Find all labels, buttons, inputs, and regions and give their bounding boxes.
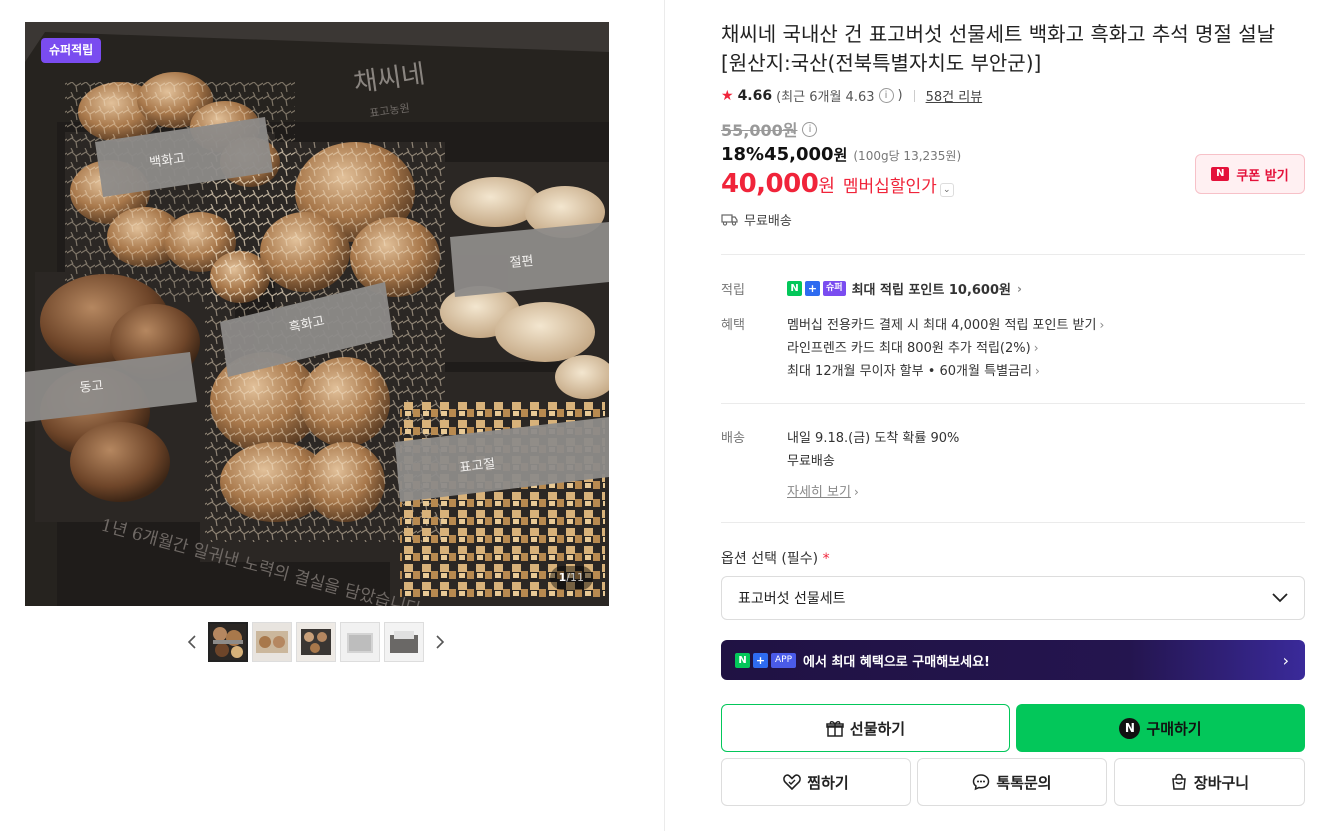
option-label: 옵션 선택 (필수) * [721, 551, 830, 567]
option-selected: 표고버섯 선물세트 [738, 591, 846, 607]
benefit-item[interactable]: 라인프렌즈 카드 최대 800원 추가 적립(2%) › [787, 337, 1039, 356]
gift-box-illustration: 채씨네 표고농원 백화고 흑화고 절편 동고 표고절 1년 6개월간 일궈낸 노… [25, 22, 609, 606]
chevron-right-icon [436, 635, 445, 649]
benefit-row: 혜택 멤버십 전용카드 결제 시 최대 4,000원 적립 포인트 받기 › 라인… [721, 314, 1305, 384]
super-point-badge: 슈퍼적립 [41, 38, 102, 63]
thumbnail[interactable] [252, 622, 292, 662]
main-product-image[interactable]: 채씨네 표고농원 백화고 흑화고 절편 동고 표고절 1년 6개월간 일궈낸 노… [25, 22, 609, 606]
thumbnail-strip [180, 622, 452, 662]
chevron-right-icon: › [1034, 364, 1040, 378]
option-select[interactable]: 표고버섯 선물세트 [721, 576, 1305, 620]
truck-icon [721, 214, 738, 226]
naver-n-icon: N [787, 281, 802, 296]
review-link[interactable]: 58건 리뷰 [926, 86, 983, 105]
delivery-free: 무료배송 [787, 454, 835, 469]
rating-recent: (최근 6개월 4.63 [776, 90, 875, 105]
naver-n-icon: N [735, 652, 750, 668]
benefit-item[interactable]: 멤버십 전용카드 결제 시 최대 4,000원 적립 포인트 받기 › [787, 314, 1104, 333]
chevron-left-icon [187, 635, 196, 649]
svg-text:절편: 절편 [509, 254, 534, 271]
delivery-detail-link[interactable]: 자세히 보기 › [787, 481, 859, 500]
thumbnail[interactable] [208, 622, 248, 662]
wish-button[interactable]: 찜하기 [721, 758, 911, 806]
naver-n-icon: N [1211, 167, 1230, 181]
gift-button[interactable]: 선물하기 [721, 704, 1010, 752]
thumbnail[interactable] [296, 622, 336, 662]
chevron-right-icon: › [1017, 281, 1022, 296]
rating-row: ★ 4.66 (최근 6개월 4.63 i ) 58건 리뷰 [721, 86, 983, 106]
member-price: 40,000 [721, 169, 819, 199]
divider [721, 522, 1305, 523]
original-price: 55,000원 i [721, 117, 818, 141]
chevron-right-icon: › [1282, 650, 1289, 670]
chevron-down-icon [1272, 593, 1288, 603]
image-counter: 1/11 [549, 566, 593, 590]
star-icon: ★ [721, 87, 734, 104]
member-price-row[interactable]: 40,000 원 멤버십할인가 ⌄ [721, 169, 954, 199]
unit-price: (100g당 13,235원) [853, 149, 962, 163]
svg-text:동고: 동고 [79, 379, 104, 396]
discount-rate: 18% [721, 144, 765, 165]
benefit-item[interactable]: 최대 12개월 무이자 할부 • 60개월 특별금리 › [787, 360, 1040, 379]
product-page: 채씨네 표고농원 백화고 흑화고 절편 동고 표고절 1년 6개월간 일궈낸 노… [0, 0, 1325, 831]
rating-score: 4.66 [737, 87, 773, 104]
coupon-button[interactable]: N 쿠폰 받기 [1195, 154, 1305, 194]
max-point-link[interactable]: N + 슈퍼 최대 적립 포인트 10,600원 › [787, 279, 1022, 298]
sale-price: 45,000 [764, 144, 834, 165]
price-info-icon[interactable]: i [802, 121, 818, 137]
member-label: 멤버십할인가 [842, 177, 937, 197]
chevron-right-icon: › [1033, 341, 1039, 355]
thumbnail[interactable] [384, 622, 424, 662]
point-row: 적립 N + 슈퍼 최대 적립 포인트 10,600원 › [721, 279, 1305, 299]
thumb-prev-button[interactable] [180, 622, 204, 662]
app-promo-banner[interactable]: N + APP 에서 최대 혜택으로 구매해보세요! › [721, 640, 1305, 680]
chat-bubble-icon [973, 774, 990, 791]
naver-pay-icon: N [1119, 717, 1141, 739]
thumb-next-button[interactable] [428, 622, 452, 662]
talk-inquiry-button[interactable]: 톡톡문의 [917, 758, 1107, 806]
chevron-right-icon: › [853, 485, 859, 499]
column-divider [664, 0, 665, 831]
chevron-right-icon: › [1099, 318, 1105, 332]
buy-button[interactable]: N 구매하기 [1016, 704, 1305, 752]
shipping-row: 무료배송 [721, 210, 792, 229]
shipping-free: 무료배송 [744, 214, 792, 229]
thumbnail[interactable] [340, 622, 380, 662]
divider [721, 254, 1305, 255]
shopping-bag-icon [1172, 773, 1186, 790]
product-title: 채씨네 국내산 건 표고버섯 선물세트 백화고 흑화고 추석 명절 설날 [원산… [721, 22, 1276, 75]
separator [913, 89, 915, 102]
cart-button[interactable]: 장바구니 [1114, 758, 1305, 806]
plus-icon: + [805, 281, 820, 296]
chevron-down-icon[interactable]: ⌄ [939, 183, 954, 197]
delivery-eta: 내일 9.18.(금) 도착 확률 90% [787, 431, 960, 446]
sale-price-row: 18% 45,000 원 (100g당 13,235원) [721, 144, 962, 165]
plus-icon: + [753, 652, 768, 668]
info-icon[interactable]: i [878, 88, 894, 103]
delivery-row: 배송 내일 9.18.(금) 도착 확률 90% 무료배송 자세히 보기 › [721, 427, 1305, 502]
divider [721, 403, 1305, 404]
heart-icon [783, 774, 802, 790]
gift-icon [826, 721, 844, 737]
